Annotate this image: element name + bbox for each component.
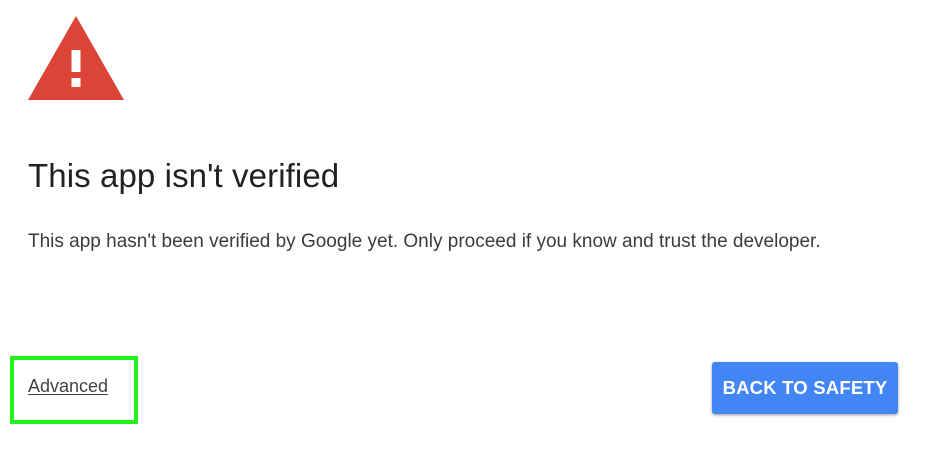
advanced-link[interactable]: Advanced bbox=[28, 376, 108, 397]
back-to-safety-button[interactable]: BACK TO SAFETY bbox=[712, 362, 898, 414]
verification-message: This app hasn't been verified by Google … bbox=[28, 231, 821, 252]
warning-icon bbox=[28, 16, 124, 100]
page-title: This app isn't verified bbox=[28, 157, 340, 194]
